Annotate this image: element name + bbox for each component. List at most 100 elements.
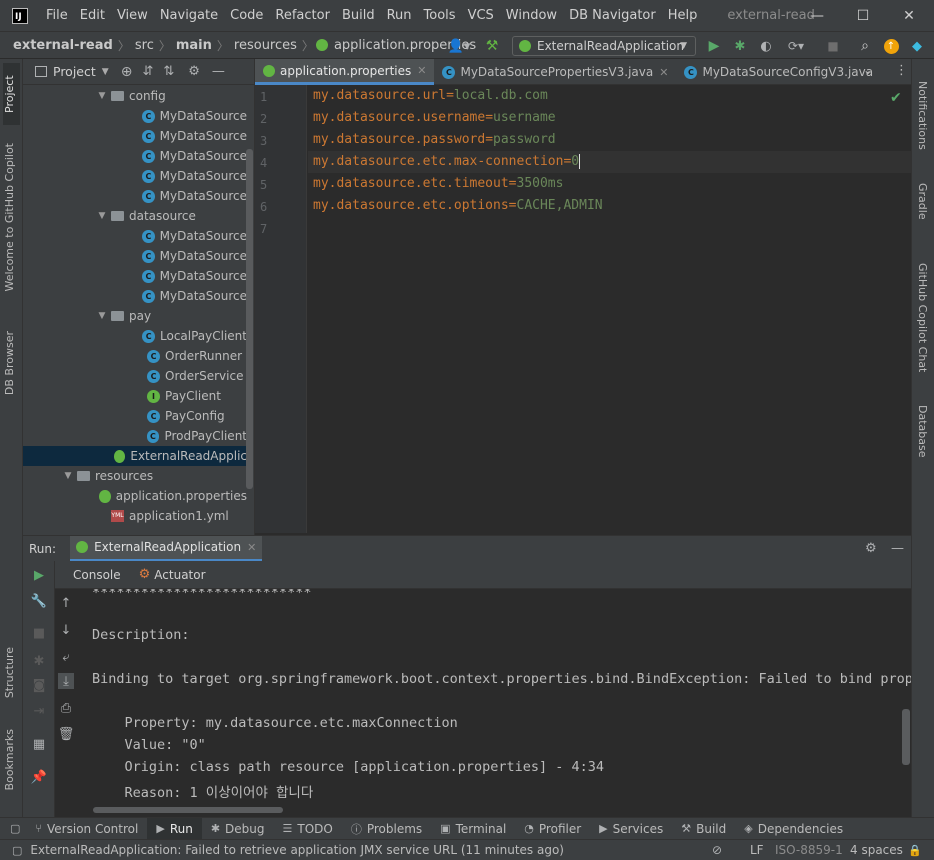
search-icon[interactable]: ⌕ xyxy=(856,36,874,56)
run-icon[interactable]: ▶ xyxy=(706,36,722,56)
menu-run[interactable]: Run xyxy=(381,8,418,23)
chevron-down-icon[interactable]: ▼ xyxy=(97,311,107,321)
tree-item[interactable]: application.properties xyxy=(23,486,247,506)
profile-icon[interactable]: ⟳▾ xyxy=(784,36,808,56)
tree-item[interactable]: C LocalPayClient xyxy=(23,326,247,346)
tree-item[interactable]: ▼ datasource xyxy=(23,206,247,226)
tree-item[interactable]: ▼ pay xyxy=(23,306,247,326)
chevron-down-icon[interactable]: ▼ xyxy=(102,67,109,77)
soft-wrap-icon[interactable]: ⤶ xyxy=(58,649,74,665)
hide-panel-icon[interactable]: — xyxy=(891,541,904,556)
console-scrollbar[interactable] xyxy=(902,709,910,765)
scroll-to-end-icon[interactable]: ⤓ xyxy=(58,673,74,689)
tool-tab-copilot-chat[interactable]: GitHub Copilot Chat xyxy=(916,263,929,372)
breadcrumb-project[interactable]: external-read xyxy=(10,38,116,53)
lock-icon[interactable]: 🔒 xyxy=(908,844,922,857)
run-config-tab[interactable]: ExternalReadApplication ✕ xyxy=(70,535,263,562)
tool-build[interactable]: ⚒ Build xyxy=(672,818,735,840)
tree-item[interactable]: C MyDataSource xyxy=(23,246,247,266)
stop-icon[interactable]: ■ xyxy=(31,625,47,641)
minimize-button[interactable]: — xyxy=(794,0,840,31)
build-hammer-icon[interactable]: ⚒ xyxy=(482,36,502,56)
tool-tab-db-browser[interactable]: DB Browser xyxy=(3,331,16,395)
more-options-icon[interactable]: ⋮ xyxy=(895,63,908,78)
tab-datasource-properties-v3[interactable]: C MyDataSourcePropertiesV3.java ✕ xyxy=(434,59,676,85)
chevron-down-icon[interactable]: ▼ xyxy=(97,91,107,101)
coverage-icon[interactable]: ◐ xyxy=(758,36,774,56)
tree-item[interactable]: C MyDataSource xyxy=(23,266,247,286)
close-window-button[interactable]: ✕ xyxy=(886,0,932,31)
tool-tab-notifications[interactable]: Notifications xyxy=(916,81,929,150)
console-output[interactable]: *************************** Description: B… xyxy=(77,589,911,817)
close-icon[interactable]: ✕ xyxy=(247,541,256,554)
rerun-icon[interactable]: ▶ xyxy=(31,567,47,583)
breadcrumb-resources[interactable]: resources xyxy=(231,38,300,53)
tree-item[interactable]: C PayConfig xyxy=(23,406,247,426)
menu-refactor[interactable]: Refactor xyxy=(269,8,336,23)
tool-debug[interactable]: ✱ Debug xyxy=(202,818,274,840)
tool-run[interactable]: ▶ Run xyxy=(147,817,202,840)
tab-datasource-config-v3[interactable]: C MyDataSourceConfigV3.java xyxy=(676,59,881,85)
tree-item[interactable]: C MyDataSource xyxy=(23,286,247,306)
menu-db-navigator[interactable]: DB Navigator xyxy=(563,8,662,23)
tool-tab-bookmarks[interactable]: Bookmarks xyxy=(3,729,16,790)
file-encoding[interactable]: ISO-8859-1 xyxy=(775,843,843,857)
tabs-overflow-icon[interactable]: ⌄ xyxy=(863,63,873,77)
tree-item[interactable]: C MyDataSource xyxy=(23,126,247,146)
tree-item[interactable]: C MyDataSource xyxy=(23,226,247,246)
pin-icon[interactable]: 📌 xyxy=(31,769,47,785)
chevron-down-icon[interactable]: ▼ xyxy=(63,471,73,481)
project-panel-title[interactable]: Project xyxy=(53,64,96,79)
panel-toggle-icon[interactable]: ▢ xyxy=(12,844,22,857)
menu-help[interactable]: Help xyxy=(662,8,704,23)
code-line[interactable]: my.datasource.url=local.db.com xyxy=(313,85,548,107)
tool-problems[interactable]: ⓘ Problems xyxy=(342,818,431,840)
tool-tab-copilot-welcome[interactable]: Welcome to GitHub Copilot xyxy=(3,143,16,292)
menu-view[interactable]: View xyxy=(111,8,154,23)
toolbox-icon[interactable]: ◆ xyxy=(908,36,926,56)
screenshot-icon[interactable]: ◙ xyxy=(31,677,47,693)
wrench-icon[interactable]: 🔧 xyxy=(31,593,47,609)
tool-dependencies[interactable]: ◈ Dependencies xyxy=(735,818,852,840)
chevron-down-icon[interactable]: ▼ xyxy=(97,211,107,221)
console-hscrollbar[interactable] xyxy=(93,807,283,813)
tree-item[interactable]: C OrderService xyxy=(23,366,247,386)
print-icon[interactable]: ⎙ xyxy=(58,700,74,716)
tree-item[interactable]: C MyDataSource xyxy=(23,106,247,126)
code-line[interactable]: my.datasource.password=password xyxy=(313,129,556,151)
menu-vcs[interactable]: VCS xyxy=(462,8,500,23)
tool-profiler[interactable]: ◔ Profiler xyxy=(515,818,590,840)
tree-item[interactable]: ExternalReadApplic xyxy=(23,446,247,466)
code-line[interactable]: my.datasource.etc.timeout=3500ms xyxy=(313,173,563,195)
maximize-button[interactable]: ☐ xyxy=(840,0,886,31)
user-icon[interactable]: 👤▾ xyxy=(446,36,472,56)
menu-edit[interactable]: Edit xyxy=(74,8,111,23)
gear-icon[interactable]: ⚙ xyxy=(188,64,200,79)
tree-item[interactable]: C OrderRunner xyxy=(23,346,247,366)
locate-icon[interactable]: ⊕ xyxy=(121,64,133,80)
no-problems-check-icon[interactable]: ✔ xyxy=(890,90,902,106)
tool-version-control[interactable]: ⑂ Version Control xyxy=(26,818,147,840)
tool-terminal[interactable]: ▣ Terminal xyxy=(431,818,515,840)
intellij-logo-icon[interactable]: IJ xyxy=(12,7,28,24)
scroll-down-icon[interactable]: ↓ xyxy=(58,622,74,638)
run-configuration-select[interactable]: ExternalReadApplication ▼ xyxy=(512,36,696,56)
stop-icon[interactable]: ■ xyxy=(826,36,840,56)
tool-tab-structure[interactable]: Structure xyxy=(3,647,16,698)
tree-item[interactable]: ▼ config xyxy=(23,86,247,106)
tree-item[interactable]: C ProdPayClient xyxy=(23,426,247,446)
tree-item[interactable]: ▼ resources xyxy=(23,466,247,486)
trash-icon[interactable]: 🗑 xyxy=(58,726,75,742)
tool-tab-project[interactable]: Project xyxy=(3,63,20,125)
expand-all-icon[interactable]: ⇵ xyxy=(142,64,153,79)
scroll-up-icon[interactable]: ↑ xyxy=(58,595,74,611)
debug-icon[interactable]: ✱ xyxy=(732,36,748,56)
exit-icon[interactable]: ⇥ xyxy=(31,703,47,719)
close-icon[interactable]: ✕ xyxy=(659,66,668,79)
code-line[interactable]: my.datasource.username=username xyxy=(313,107,556,129)
close-icon[interactable]: ✕ xyxy=(417,64,426,77)
menu-code[interactable]: Code xyxy=(224,8,269,23)
menu-file[interactable]: File xyxy=(40,8,74,23)
tool-services[interactable]: ▶ Services xyxy=(590,818,672,840)
gear-icon[interactable]: ⚙ xyxy=(865,541,877,556)
